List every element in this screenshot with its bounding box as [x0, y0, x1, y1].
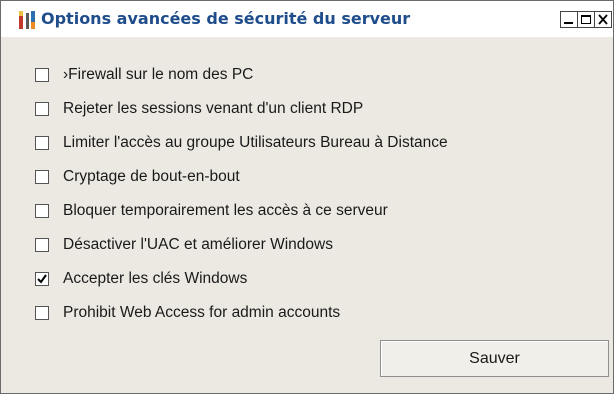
option-end-to-end-encryption[interactable]: Cryptage de bout-en-bout [35, 164, 240, 190]
minimize-button[interactable] [560, 11, 578, 28]
option-label: Limiter l'accès au groupe Utilisateurs B… [63, 134, 448, 151]
checkbox[interactable] [35, 68, 49, 82]
checkbox[interactable] [35, 306, 49, 320]
checkbox[interactable] [35, 102, 49, 116]
option-limit-remote-desktop-group[interactable]: Limiter l'accès au groupe Utilisateurs B… [35, 130, 448, 156]
option-label: Rejeter les sessions venant d'un client … [63, 100, 364, 117]
maximize-button[interactable] [577, 11, 595, 28]
maximize-icon [581, 15, 591, 24]
title-bar[interactable]: Options avancées de sécurité du serveur [1, 1, 613, 37]
checkbox[interactable] [35, 204, 49, 218]
checkbox[interactable] [35, 136, 49, 150]
option-label: ›Firewall sur le nom des PC [63, 66, 254, 83]
option-accept-windows-keys[interactable]: Accepter les clés Windows [35, 266, 247, 292]
option-label: Bloquer temporairement les accès à ce se… [63, 202, 388, 219]
option-prohibit-web-access-admin[interactable]: Prohibit Web Access for admin accounts [35, 300, 340, 326]
close-button[interactable] [594, 11, 612, 28]
option-label: Accepter les clés Windows [63, 270, 248, 287]
tools-icon [17, 10, 37, 30]
option-reject-rdp-sessions[interactable]: Rejeter les sessions venant d'un client … [35, 96, 363, 122]
checkbox[interactable] [35, 272, 49, 286]
option-label: Désactiver l'UAC et améliorer Windows [63, 236, 333, 253]
security-options-window: Options avancées de sécurité du serveur … [0, 0, 614, 394]
save-button[interactable]: Sauver [380, 340, 609, 377]
option-temporarily-block-access[interactable]: Bloquer temporairement les accès à ce se… [35, 198, 388, 224]
close-icon [598, 14, 608, 25]
checkmark-icon [37, 274, 47, 284]
option-label: Cryptage de bout-en-bout [63, 168, 240, 185]
minimize-icon [564, 22, 573, 24]
option-firewall-pc-name[interactable]: ›Firewall sur le nom des PC [35, 62, 253, 88]
window-title: Options avancées de sécurité du serveur [41, 9, 411, 28]
checkbox[interactable] [35, 238, 49, 252]
option-disable-uac[interactable]: Désactiver l'UAC et améliorer Windows [35, 232, 333, 258]
option-label: Prohibit Web Access for admin accounts [63, 304, 341, 321]
checkbox[interactable] [35, 170, 49, 184]
